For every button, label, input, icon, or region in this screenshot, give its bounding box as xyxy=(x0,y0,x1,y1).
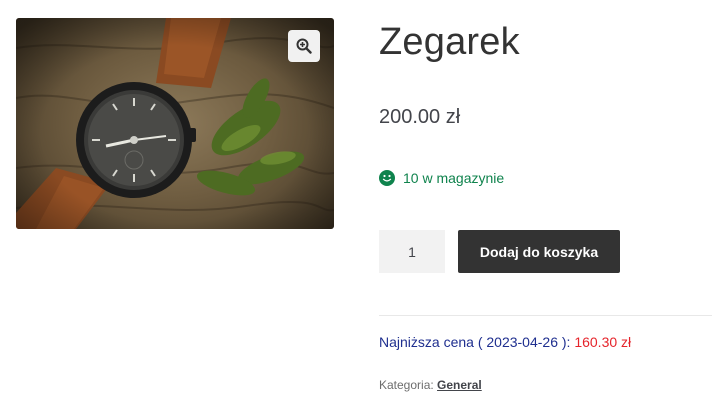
lowest-price-value: 160.30 zł xyxy=(574,334,632,350)
zoom-button[interactable] xyxy=(288,30,320,62)
quantity-input[interactable]: 1 xyxy=(379,230,445,273)
stock-status: 10 w magazynie xyxy=(379,170,504,186)
product-meta: Kategoria: General xyxy=(379,378,482,392)
add-to-cart-button[interactable]: Dodaj do koszyka xyxy=(458,230,620,273)
lowest-price-info: Najniższa cena ( 2023-04-26 ): 160.30 zł xyxy=(379,334,631,350)
category-link[interactable]: General xyxy=(437,378,482,392)
product-price: 200.00 zł xyxy=(379,106,461,128)
product-title: Zegarek xyxy=(379,21,520,63)
category-label: Kategoria: xyxy=(379,378,434,392)
product-gallery[interactable] xyxy=(16,18,334,229)
divider xyxy=(379,315,712,316)
product-page: Zegarek 200.00 zł 10 w magazynie 1 Dodaj… xyxy=(0,0,712,409)
lowest-price-label: Najniższa cena ( 2023-04-26 ): xyxy=(379,334,571,350)
smiley-icon xyxy=(379,170,395,186)
product-image[interactable] xyxy=(16,18,334,229)
zoom-in-icon xyxy=(296,38,312,54)
stock-text: 10 w magazynie xyxy=(403,170,505,186)
watch-illustration xyxy=(16,18,334,229)
